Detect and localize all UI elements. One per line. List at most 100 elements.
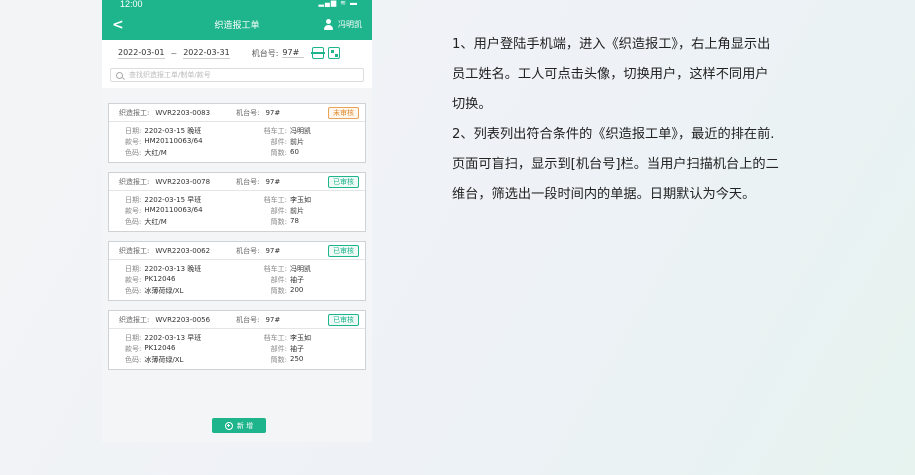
search-box: [110, 68, 364, 82]
report-card[interactable]: 织造报工: WVR2203-0083 机台号: 97# 未审核 日期: 2202-…: [108, 103, 366, 163]
worker-label: 档车工:: [263, 333, 287, 342]
worker-value: 冯明凯: [290, 264, 311, 273]
card-header: 织造报工: WVR2203-0062 机台号: 97# 已审核: [109, 242, 365, 260]
report-card[interactable]: 织造报工: WVR2203-0056 机台号: 97# 已审核 日期: 2202-…: [108, 310, 366, 370]
phone-screen: 12:00 ▂▄▆ ≋ ▬ < 织造报工单 冯明凯 2022-03-01 ~ 2…: [102, 0, 372, 442]
card-header: 织造报工: WVR2203-0078 机台号: 97# 已审核: [109, 173, 365, 191]
scan-icon[interactable]: [311, 47, 326, 59]
add-button-label: 新 增: [236, 421, 254, 430]
status-badge: 已审核: [328, 175, 359, 188]
part-value: 袖子: [290, 344, 304, 353]
search-icon: [116, 71, 123, 79]
card-header: 织造报工: WVR2203-0056 机台号: 97# 已审核: [109, 311, 365, 329]
worker-label: 档车工:: [263, 264, 287, 273]
description-line: 员工姓名。工人可点击头像，切换用户，这样不同用户: [452, 67, 769, 82]
card-body: 日期: 2202-03-15 早班 档车工: 李玉如 款号: HM20110063/6…: [109, 191, 365, 231]
grid-icon[interactable]: [328, 47, 341, 59]
machine-value: 97#: [265, 108, 281, 117]
style-value: HM20110063/64: [144, 205, 203, 214]
style-label: 款号:: [125, 137, 142, 146]
part-label: 部件:: [270, 206, 287, 215]
date-to-field[interactable]: 2022-03-31: [183, 47, 230, 59]
search-bar: [102, 66, 372, 88]
machine-value: 97#: [265, 246, 281, 255]
style-label: 款号:: [125, 344, 142, 353]
color-label: 色码:: [125, 148, 142, 157]
qty-value: 250: [290, 354, 304, 363]
description-line: 2、列表列出符合条件的《织造报工单》，最近的排在前.: [452, 127, 775, 142]
report-number: WVR2203-0078: [155, 177, 211, 186]
description-text: 1、用户登陆手机端，进入《织造报工》，右上角显示出 员工姓名。工人可点击头像，切换…: [452, 30, 882, 210]
part-label: 部件:: [270, 137, 287, 146]
part-value: 前片: [290, 137, 304, 146]
date-value: 2202-03-15 早班: [144, 195, 202, 204]
style-value: PK12046: [144, 274, 176, 283]
part-value: 袖子: [290, 275, 304, 284]
card-body: 日期: 2202-03-13 早班 档车工: 李玉如 款号: PK12046 部件: 袖…: [109, 329, 365, 369]
worker-value: 冯明凯: [290, 126, 311, 135]
report-card[interactable]: 织造报工: WVR2203-0078 机台号: 97# 已审核 日期: 2202-…: [108, 172, 366, 232]
style-value: HM20110063/64: [144, 136, 203, 145]
machine-label: 机台号:: [236, 315, 260, 324]
machine-label: 机台号:: [236, 177, 260, 186]
back-icon[interactable]: <: [112, 17, 132, 33]
status-badge: 已审核: [328, 313, 359, 326]
style-label: 款号:: [125, 275, 142, 284]
color-value: 冰薄荷绿/XL: [144, 355, 184, 364]
date-value: 2202-03-15 晚班: [144, 126, 202, 135]
qty-value: 200: [290, 285, 304, 294]
status-bar: 12:00 ▂▄▆ ≋ ▬: [102, 0, 372, 9]
machine-label: 机台号:: [251, 48, 279, 58]
user-icon: [323, 19, 334, 30]
color-value: 大红/M: [144, 217, 167, 226]
qty-label: 筒数:: [270, 148, 287, 157]
description-line: 维台，筛选出一段时间内的单据。日期默认为今天。: [452, 187, 756, 202]
add-button[interactable]: 新 增: [212, 418, 266, 433]
report-list: 织造报工: WVR2203-0083 机台号: 97# 未审核 日期: 2202-…: [102, 103, 372, 370]
style-label: 款号:: [125, 206, 142, 215]
card-body: 日期: 2202-03-13 晚班 档车工: 冯明凯 款号: PK12046 部件: 袖…: [109, 260, 365, 300]
date-label: 日期:: [125, 126, 142, 135]
date-label: 日期:: [125, 264, 142, 273]
status-time: 12:00: [120, 0, 143, 9]
machine-field[interactable]: 97#: [282, 48, 305, 58]
color-value: 大红/M: [144, 148, 167, 157]
qty-value: 60: [290, 147, 299, 156]
report-label: 织造报工:: [119, 315, 150, 324]
qty-label: 筒数:: [270, 355, 287, 364]
part-value: 前片: [290, 206, 304, 215]
color-label: 色码:: [125, 286, 142, 295]
machine-label: 机台号:: [236, 108, 260, 117]
qty-label: 筒数:: [270, 286, 287, 295]
part-label: 部件:: [270, 275, 287, 284]
user-switch-button[interactable]: 冯明凯: [323, 19, 362, 30]
worker-label: 档车工:: [263, 195, 287, 204]
card-body: 日期: 2202-03-15 晚班 档车工: 冯明凯 款号: HM20110063/6…: [109, 122, 365, 162]
plus-icon: [224, 421, 233, 430]
description-line: 切换。: [452, 97, 492, 112]
report-label: 织造报工:: [119, 177, 150, 186]
machine-value: 97#: [265, 177, 281, 186]
machine-value: 97#: [265, 315, 281, 324]
date-separator: ~: [170, 48, 178, 58]
date-label: 日期:: [125, 195, 142, 204]
part-label: 部件:: [270, 344, 287, 353]
card-header: 织造报工: WVR2203-0083 机台号: 97# 未审核: [109, 104, 365, 122]
report-number: WVR2203-0083: [155, 108, 211, 117]
color-label: 色码:: [125, 217, 142, 226]
description-line: 1、用户登陆手机端，进入《织造报工》，右上角显示出: [452, 37, 771, 52]
worker-label: 档车工:: [263, 126, 287, 135]
color-value: 冰薄荷绿/XL: [144, 286, 184, 295]
color-label: 色码:: [125, 355, 142, 364]
search-input[interactable]: [129, 71, 329, 79]
date-label: 日期:: [125, 333, 142, 342]
date-from-field[interactable]: 2022-03-01: [118, 47, 165, 59]
qty-value: 78: [290, 216, 299, 225]
report-label: 织造报工:: [119, 246, 150, 255]
filter-bar: 2022-03-01 ~ 2022-03-31 机台号: 97#: [102, 40, 372, 66]
app-bar: < 织造报工单 冯明凯: [102, 9, 372, 40]
report-card[interactable]: 织造报工: WVR2203-0062 机台号: 97# 已审核 日期: 2202-…: [108, 241, 366, 301]
status-icons: ▂▄▆ ≋ ▬: [318, 0, 358, 7]
worker-value: 李玉如: [290, 333, 311, 342]
qty-label: 筒数:: [270, 217, 287, 226]
